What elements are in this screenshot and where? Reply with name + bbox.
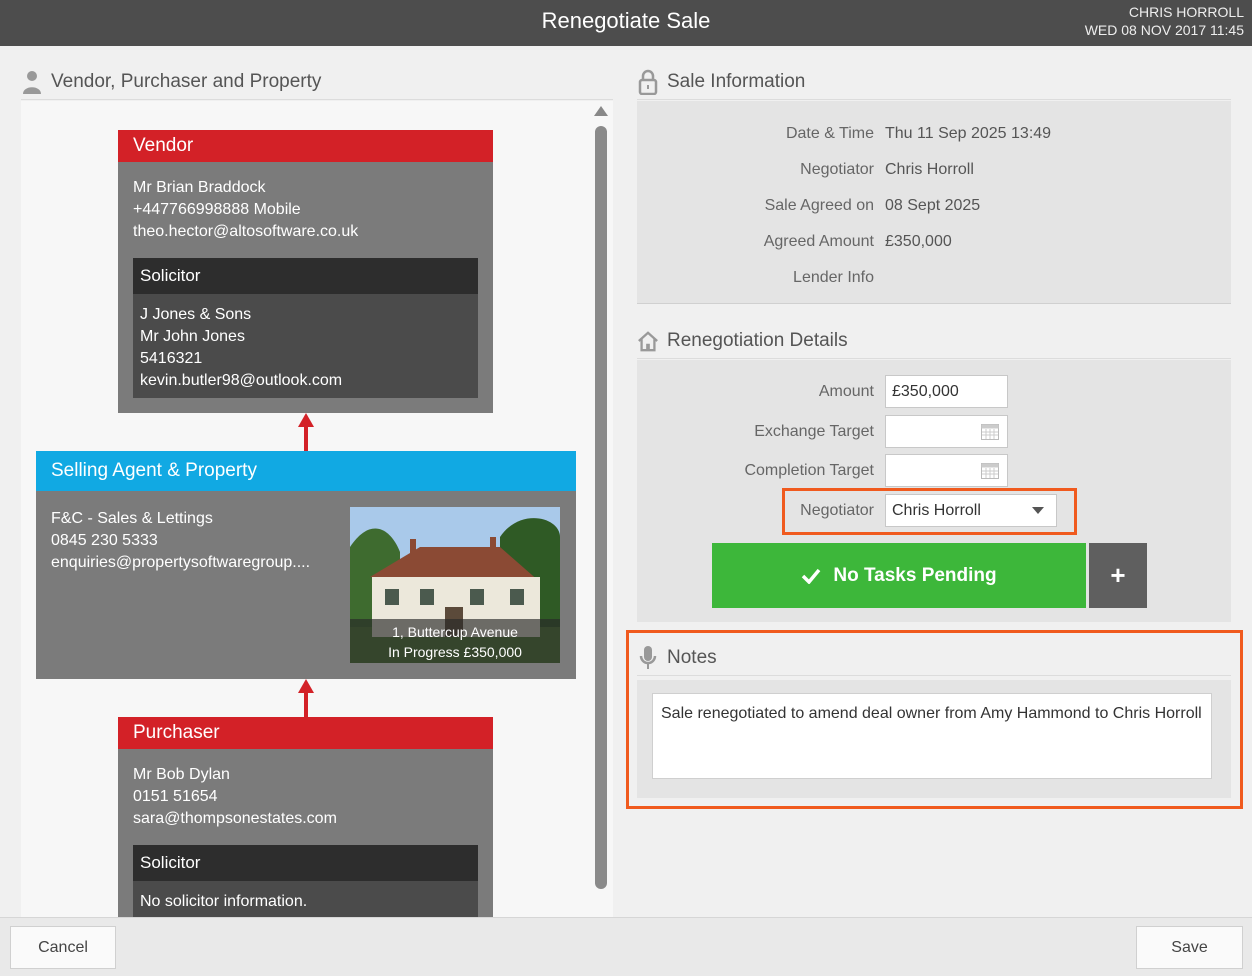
- purchaser-card[interactable]: Purchaser Mr Bob Dylan 0151 51654 sara@t…: [118, 717, 493, 917]
- negotiator-highlight: [782, 488, 1077, 535]
- property-photo[interactable]: 1, Buttercup Avenue In Progress £350,000: [350, 507, 560, 663]
- info-label: Negotiator: [800, 161, 874, 178]
- page-title: Renegotiate Sale: [541, 8, 711, 33]
- left-section-header: Vendor, Purchaser and Property: [21, 64, 613, 100]
- calendar-icon[interactable]: [981, 424, 999, 440]
- bottom-bar: Cancel Save: [0, 917, 1252, 976]
- tasks-label: No Tasks Pending: [833, 564, 997, 586]
- property-caption: 1, Buttercup Avenue In Progress £350,000: [350, 619, 560, 663]
- vendor-email[interactable]: theo.hector@altosoftware.co.uk: [133, 221, 478, 243]
- property-status: In Progress £350,000: [388, 644, 522, 660]
- purchaser-name: Mr Bob Dylan: [133, 766, 230, 783]
- add-task-button[interactable]: +: [1089, 543, 1147, 608]
- vendor-solicitor-heading: Solicitor: [133, 258, 478, 294]
- sale-info-title: Sale Information: [667, 70, 806, 92]
- exchange-row: Exchange Target: [637, 415, 1231, 449]
- vendor-solicitor-phone[interactable]: 5416321: [140, 348, 471, 370]
- purchaser-phone[interactable]: 0151 51654: [133, 786, 478, 808]
- property-address: 1, Buttercup Avenue: [392, 624, 518, 640]
- purchaser-email[interactable]: sara@thompsonestates.com: [133, 808, 478, 830]
- home-icon: [637, 328, 659, 354]
- info-row-datetime: Date & Time Thu 11 Sep 2025 13:49: [637, 125, 1231, 149]
- info-value: Chris Horroll: [885, 161, 974, 178]
- info-value: £350,000: [885, 233, 952, 250]
- checkmark-icon: [801, 568, 821, 584]
- scroll-up-arrow-icon[interactable]: [594, 106, 608, 116]
- info-row-lender: Lender Info: [637, 269, 1231, 293]
- sale-info-header: Sale Information: [637, 64, 1231, 100]
- lock-icon: [637, 69, 659, 95]
- info-label: Date & Time: [785, 125, 874, 142]
- completion-row: Completion Target: [637, 454, 1231, 488]
- left-section-title: Vendor, Purchaser and Property: [51, 70, 322, 92]
- agent-name: F&C - Sales & Lettings: [51, 510, 213, 527]
- relationship-panel[interactable]: Vendor Mr Brian Braddock +447766998888 M…: [21, 101, 613, 917]
- current-datetime: WED 08 NOV 2017 11:45: [1084, 22, 1244, 38]
- vendor-card[interactable]: Vendor Mr Brian Braddock +447766998888 M…: [118, 130, 493, 413]
- person-icon: [21, 69, 43, 95]
- agent-property-card[interactable]: Selling Agent & Property F&C - Sales & L…: [36, 451, 576, 679]
- completion-target-input[interactable]: [885, 454, 1008, 487]
- tasks-button[interactable]: No Tasks Pending: [712, 543, 1086, 608]
- calendar-icon[interactable]: [981, 463, 999, 479]
- amount-input[interactable]: £350,000: [885, 375, 1008, 408]
- user-info: CHRIS HORROLL WED 08 NOV 2017 11:45: [1085, 3, 1244, 39]
- agent-email[interactable]: enquiries@propertysoftwaregroup....: [51, 552, 321, 574]
- info-label: Lender Info: [793, 269, 874, 286]
- info-row-negotiator: Negotiator Chris Horroll: [637, 161, 1231, 185]
- purchaser-heading: Purchaser: [118, 717, 493, 749]
- link-arrow-icon: [298, 679, 314, 719]
- purchaser-solicitor[interactable]: Solicitor No solicitor information.: [133, 845, 478, 917]
- vendor-solicitor-email[interactable]: kevin.butler98@outlook.com: [140, 370, 471, 392]
- exchange-target-input[interactable]: [885, 415, 1008, 448]
- vendor-heading: Vendor: [118, 130, 493, 162]
- save-button[interactable]: Save: [1136, 926, 1243, 969]
- user-name: CHRIS HORROLL: [1128, 4, 1244, 20]
- vendor-solicitor-firm: J Jones & Sons: [140, 306, 252, 323]
- agent-phone[interactable]: 0845 230 5333: [51, 530, 321, 552]
- sale-info-panel: Date & Time Thu 11 Sep 2025 13:49 Negoti…: [637, 101, 1231, 304]
- info-label: Sale Agreed on: [764, 197, 874, 214]
- amount-row: Amount £350,000: [637, 375, 1231, 409]
- info-label: Agreed Amount: [763, 233, 874, 250]
- notes-header: Notes: [637, 640, 1231, 676]
- amount-label: Amount: [818, 383, 874, 400]
- purchaser-solicitor-info: No solicitor information.: [140, 893, 308, 910]
- cancel-button[interactable]: Cancel: [10, 926, 116, 969]
- link-arrow-icon: [298, 413, 314, 453]
- microphone-icon: [637, 645, 659, 671]
- vendor-solicitor-contact: Mr John Jones: [140, 328, 245, 345]
- notes-textarea[interactable]: Sale renegotiated to amend deal owner fr…: [652, 693, 1212, 779]
- notes-title: Notes: [667, 646, 717, 668]
- completion-target-label: Completion Target: [744, 462, 874, 479]
- info-row-sale-agreed: Sale Agreed on 08 Sept 2025: [637, 197, 1231, 221]
- exchange-target-label: Exchange Target: [754, 423, 874, 440]
- info-value: 08 Sept 2025: [885, 197, 981, 214]
- info-value: Thu 11 Sep 2025 13:49: [885, 125, 1052, 142]
- vendor-solicitor[interactable]: Solicitor J Jones & Sons Mr John Jones 5…: [133, 258, 478, 398]
- info-row-agreed-amount: Agreed Amount £350,000: [637, 233, 1231, 257]
- vendor-phone[interactable]: +447766998888 Mobile: [133, 199, 478, 221]
- purchaser-solicitor-heading: Solicitor: [133, 845, 478, 881]
- scrollbar-thumb[interactable]: [595, 126, 607, 889]
- title-bar: Renegotiate Sale CHRIS HORROLL WED 08 NO…: [0, 0, 1252, 46]
- agent-heading: Selling Agent & Property: [36, 451, 576, 491]
- renegotiation-title: Renegotiation Details: [667, 329, 848, 351]
- vendor-name: Mr Brian Braddock: [133, 179, 266, 196]
- renegotiation-header: Renegotiation Details: [637, 323, 1231, 359]
